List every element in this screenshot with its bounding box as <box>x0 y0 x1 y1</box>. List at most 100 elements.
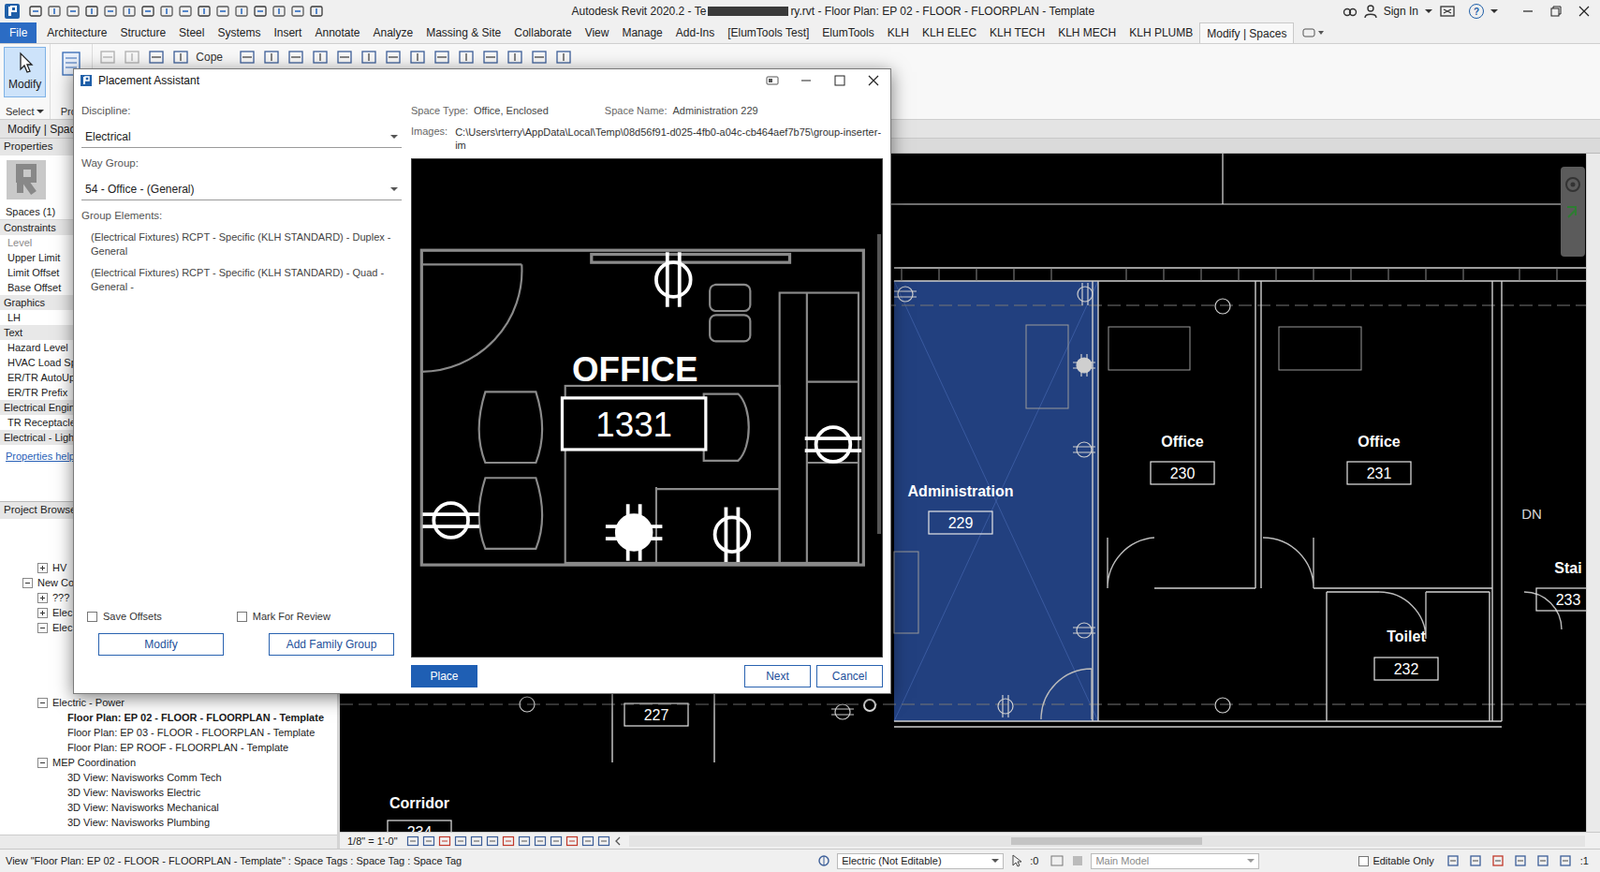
view-scale[interactable]: 1/8" = 1'-0" <box>347 835 398 847</box>
expand-icon[interactable] <box>37 592 48 603</box>
paste-icon[interactable] <box>98 47 118 67</box>
crop-icon[interactable] <box>469 834 484 848</box>
mirror-icon[interactable] <box>286 47 306 67</box>
panel-toggle-icon[interactable] <box>1301 25 1326 41</box>
sun-icon[interactable] <box>438 834 452 848</box>
snap-icon[interactable] <box>755 71 790 90</box>
rotate-icon[interactable] <box>359 47 379 67</box>
cope-icon[interactable] <box>171 47 191 67</box>
ribbon-tab[interactable]: Architecture <box>40 22 114 44</box>
close-icon[interactable] <box>856 71 891 90</box>
ribbon-tab[interactable]: Modify | Spaces <box>1199 22 1294 44</box>
floor-box-icon[interactable] <box>864 699 876 711</box>
collapse-icon[interactable] <box>37 697 48 708</box>
space-tag[interactable]: 227 <box>624 703 689 726</box>
print-icon[interactable] <box>121 3 137 19</box>
switch-windows-icon[interactable] <box>290 3 306 19</box>
shadows-icon[interactable] <box>454 834 468 848</box>
measure-icon[interactable] <box>140 3 156 19</box>
text-icon[interactable] <box>196 3 212 19</box>
editable-only-checkbox[interactable]: Editable Only <box>1358 854 1434 867</box>
user-icon[interactable] <box>1363 3 1379 19</box>
options-icon[interactable] <box>1070 852 1086 868</box>
ribbon-tab[interactable]: View <box>578 22 617 44</box>
images-path-field[interactable]: C:\Users\rterry\AppData\Local\Temp\08d56… <box>455 125 883 153</box>
help-button[interactable]: ? <box>1468 3 1484 19</box>
receptacle-icon[interactable] <box>1072 353 1096 377</box>
3d-view-icon[interactable] <box>215 3 231 19</box>
maximize-icon[interactable] <box>822 71 857 90</box>
collapse-icon[interactable] <box>37 622 48 633</box>
show-crop-icon[interactable] <box>485 834 500 848</box>
space-tag[interactable]: Stai233 <box>1536 559 1587 611</box>
measure-icon[interactable] <box>529 47 549 67</box>
filter-icon[interactable] <box>1557 852 1575 868</box>
pin-icon[interactable] <box>481 47 500 67</box>
dropdown-arrow-icon[interactable] <box>1423 3 1434 19</box>
close-windows-icon[interactable] <box>271 3 287 19</box>
collapse-icon[interactable] <box>22 577 33 588</box>
link-icon[interactable] <box>1445 852 1463 868</box>
search-icon[interactable] <box>1342 3 1358 19</box>
align-icon[interactable] <box>237 47 257 67</box>
create-group-icon[interactable] <box>554 47 573 67</box>
section-icon[interactable] <box>234 3 250 19</box>
lock-icon[interactable] <box>501 834 515 848</box>
detail-level-icon[interactable] <box>406 834 420 848</box>
array-icon[interactable] <box>432 47 452 67</box>
ceiling-device-icon[interactable] <box>1215 298 1231 314</box>
pinned-icon[interactable] <box>1490 852 1508 868</box>
ribbon-tab[interactable]: KLH <box>880 22 916 44</box>
tree-item[interactable]: Electric - Power <box>0 694 338 710</box>
ribbon-tab[interactable]: Systems <box>210 22 267 44</box>
sign-in-button[interactable]: Sign In <box>1383 4 1419 18</box>
tree-item[interactable]: MEP Coordination <box>0 754 338 770</box>
dropdown-arrow-icon[interactable] <box>1489 3 1499 19</box>
exchange-apps-icon[interactable] <box>1438 3 1456 19</box>
panel-label[interactable]: Select <box>5 105 45 118</box>
option-checkbox[interactable]: Mark For Review <box>236 610 331 622</box>
underlay-icon[interactable] <box>1467 852 1485 868</box>
way-group-dropdown[interactable]: 54 - Office - (General) <box>81 179 402 201</box>
modify-button[interactable]: Modify <box>3 46 46 98</box>
ribbon-tab[interactable]: Structure <box>113 22 173 44</box>
ribbon-tab[interactable]: File <box>0 22 37 44</box>
scroll-left-icon[interactable] <box>613 834 623 848</box>
group-element[interactable]: (Electrical Fixtures) RCPT - Specific (K… <box>90 265 402 294</box>
receptacle-icon[interactable] <box>998 694 1013 718</box>
space-tag[interactable]: Corridor234 <box>387 794 452 832</box>
ribbon-tab[interactable]: KLH MECH <box>1051 22 1123 44</box>
ceiling-device-icon[interactable] <box>519 696 535 712</box>
checkbox[interactable] <box>236 611 248 622</box>
receptacle-icon[interactable] <box>1072 622 1096 638</box>
tree-item[interactable]: 3D View: Navisworks Mechanical <box>0 799 338 815</box>
move-icon[interactable] <box>310 47 330 67</box>
scale-icon[interactable] <box>456 47 476 67</box>
drag-icon[interactable] <box>1535 852 1553 868</box>
browser-scrollbar[interactable] <box>0 834 338 849</box>
ribbon-tab[interactable]: Steel <box>172 22 211 44</box>
tag-icon[interactable] <box>177 3 193 19</box>
ribbon-tab[interactable]: Analyze <box>366 22 421 44</box>
trim-icon[interactable] <box>383 47 403 67</box>
horizontal-scrollbar[interactable] <box>629 835 1586 847</box>
space-tag[interactable]: Office230 <box>1150 433 1215 485</box>
minimize-icon[interactable] <box>1513 1 1542 21</box>
sync-icon[interactable] <box>65 3 81 19</box>
modify-group-button[interactable]: Modify <box>98 632 224 656</box>
ribbon-tab[interactable]: KLH PLUMB <box>1122 22 1200 44</box>
discipline-dropdown[interactable]: Electrical <box>81 127 402 148</box>
open-icon[interactable] <box>28 3 44 19</box>
offset-icon[interactable] <box>262 47 281 67</box>
hide-icon[interactable] <box>517 834 531 848</box>
collapse-icon[interactable] <box>37 757 48 768</box>
tree-item[interactable]: 3D View: Navisworks Plumbing <box>0 814 338 830</box>
ribbon-tab[interactable]: Collaborate <box>507 22 578 44</box>
visual-style-icon[interactable] <box>422 834 436 848</box>
highlight-icon[interactable] <box>581 834 595 848</box>
option-checkbox[interactable]: Save Offsets <box>87 610 162 622</box>
expand-icon[interactable] <box>37 562 48 573</box>
minimize-icon[interactable] <box>789 71 823 90</box>
workset-dropdown[interactable]: Electric (Not Editable) <box>836 852 1004 869</box>
constraints-icon[interactable] <box>597 834 611 848</box>
